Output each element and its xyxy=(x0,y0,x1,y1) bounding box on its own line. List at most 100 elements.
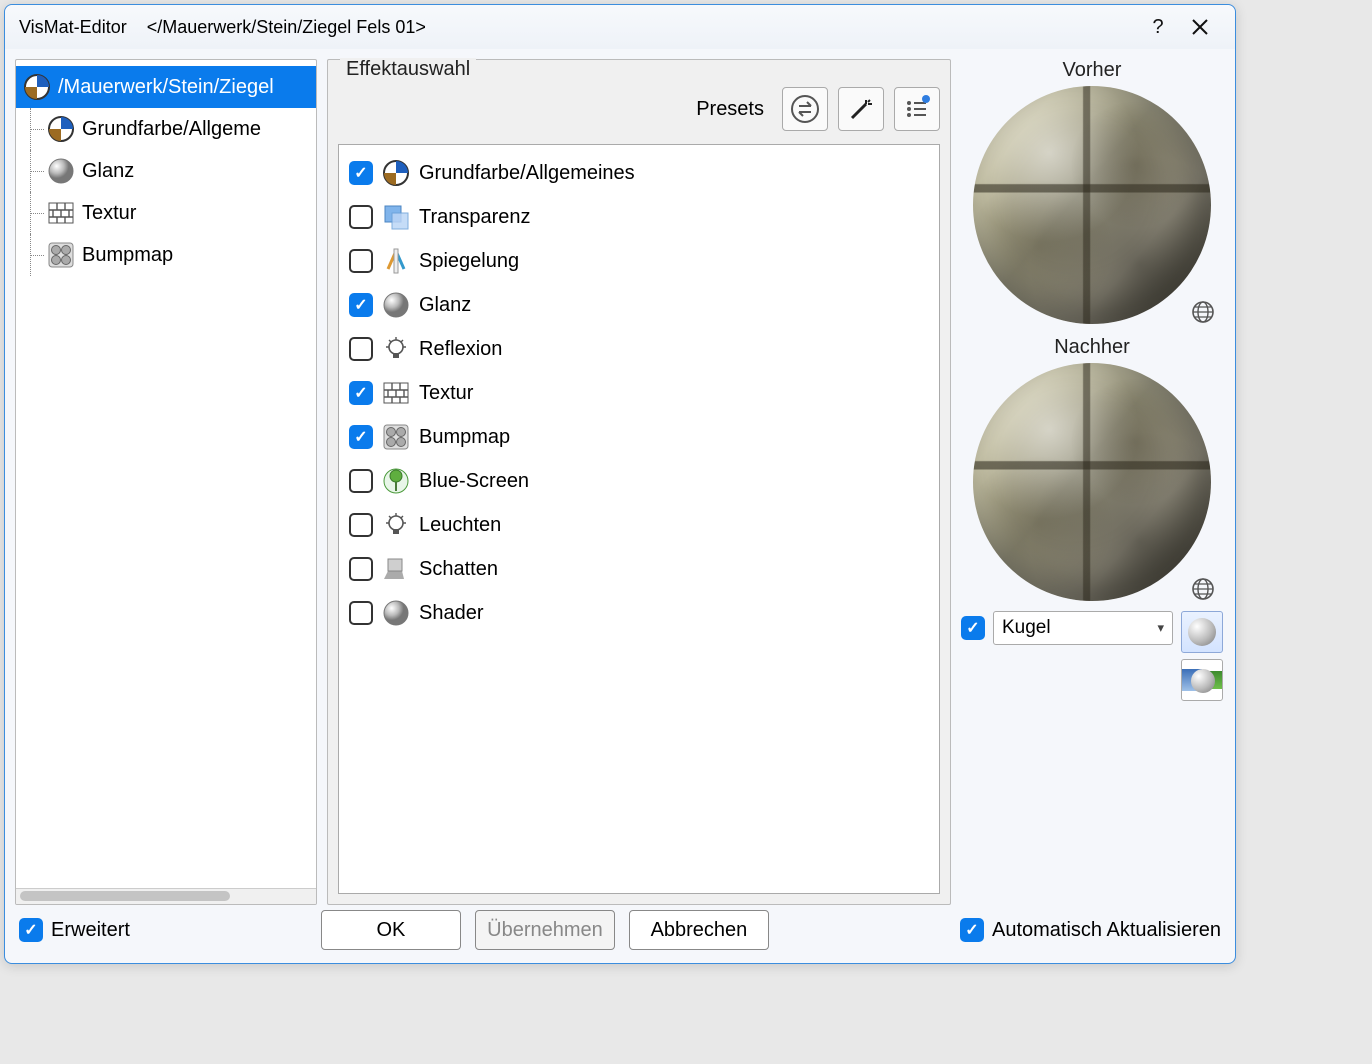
bulb-icon xyxy=(381,334,411,364)
glossy-icon xyxy=(381,598,411,628)
content-area: /Mauerwerk/Stein/Ziegel Grundfarbe/Allge… xyxy=(5,49,1235,905)
help-button[interactable]: ? xyxy=(1137,9,1179,45)
transparency-icon xyxy=(381,202,411,232)
presets-reset-button[interactable] xyxy=(782,87,828,131)
preview-after-label: Nachher xyxy=(1054,336,1130,359)
auto-update-checkbox[interactable] xyxy=(960,918,984,942)
effect-checkbox[interactable] xyxy=(349,205,373,229)
tree-item-label: Textur xyxy=(82,202,136,225)
effect-label: Leuchten xyxy=(419,514,501,537)
effect-checkbox[interactable] xyxy=(349,381,373,405)
sphere-icon xyxy=(1191,669,1215,693)
tree-body: /Mauerwerk/Stein/Ziegel Grundfarbe/Allge… xyxy=(16,60,316,888)
effect-label: Blue-Screen xyxy=(419,470,529,493)
effect-item[interactable]: Schatten xyxy=(345,547,933,591)
shape-select-value: Kugel xyxy=(1002,617,1051,639)
basecolor-icon xyxy=(46,114,76,144)
ok-button[interactable]: OK xyxy=(321,910,461,950)
tree-child[interactable]: Glanz xyxy=(16,150,316,192)
bluescreen-icon xyxy=(381,466,411,496)
effect-item[interactable]: Textur xyxy=(345,371,933,415)
effect-item[interactable]: Transparenz xyxy=(345,195,933,239)
tree-item-label: Grundfarbe/Allgeme xyxy=(82,118,261,141)
effect-label: Reflexion xyxy=(419,338,502,361)
auto-update-label: Automatisch Aktualisieren xyxy=(992,919,1221,942)
presets-wand-button[interactable] xyxy=(838,87,884,131)
tree-child[interactable]: Bumpmap xyxy=(16,234,316,276)
effect-item[interactable]: Reflexion xyxy=(345,327,933,371)
window-title: VisMat-Editor </Mauerwerk/Stein/Ziegel F… xyxy=(19,17,426,38)
shape-scene-button[interactable] xyxy=(1181,659,1223,701)
preview-before-label: Vorher xyxy=(1063,59,1122,82)
preview-before-sphere xyxy=(973,86,1211,324)
tree-item-label: Glanz xyxy=(82,160,134,183)
preview-pane: Vorher Nachher Kugel ▾ xyxy=(961,59,1225,905)
shape-sphere-button[interactable] xyxy=(1181,611,1223,653)
tree-root[interactable]: /Mauerwerk/Stein/Ziegel xyxy=(16,66,316,108)
app-name: VisMat-Editor xyxy=(19,17,127,37)
close-icon xyxy=(1191,18,1209,36)
tree-child[interactable]: Textur xyxy=(16,192,316,234)
effect-label: Transparenz xyxy=(419,206,531,229)
presets-list-button[interactable] xyxy=(894,87,940,131)
effect-checkbox[interactable] xyxy=(349,469,373,493)
effect-item[interactable]: Grundfarbe/Allgemeines xyxy=(345,151,933,195)
apply-button[interactable]: Übernehmen xyxy=(475,910,615,950)
effect-group-title: Effektauswahl xyxy=(340,58,476,81)
preset-row: Presets xyxy=(338,84,940,134)
mirror-icon xyxy=(381,246,411,276)
effect-item[interactable]: Shader xyxy=(345,591,933,635)
effect-label: Spiegelung xyxy=(419,250,519,273)
effect-checkbox[interactable] xyxy=(349,161,373,185)
effect-label: Textur xyxy=(419,382,473,405)
effect-item[interactable]: Spiegelung xyxy=(345,239,933,283)
tree-root-label: /Mauerwerk/Stein/Ziegel xyxy=(58,76,274,99)
shadow-icon xyxy=(381,554,411,584)
effect-item[interactable]: Bumpmap xyxy=(345,415,933,459)
tree-child[interactable]: Grundfarbe/Allgeme xyxy=(16,108,316,150)
effect-checkbox[interactable] xyxy=(349,601,373,625)
effect-checkbox[interactable] xyxy=(349,513,373,537)
footer: Erweitert OK Übernehmen Abbrechen Automa… xyxy=(5,905,1235,963)
globe-icon xyxy=(1191,300,1215,324)
glossy-icon xyxy=(381,290,411,320)
effect-checkbox[interactable] xyxy=(349,249,373,273)
effect-checkbox[interactable] xyxy=(349,557,373,581)
cancel-button[interactable]: Abbrechen xyxy=(629,910,769,950)
effect-label: Bumpmap xyxy=(419,426,510,449)
advanced-checkbox[interactable] xyxy=(19,918,43,942)
shape-select[interactable]: Kugel ▾ xyxy=(993,611,1173,645)
tree-hscroll[interactable] xyxy=(16,888,316,904)
effect-item[interactable]: Leuchten xyxy=(345,503,933,547)
chevron-down-icon: ▾ xyxy=(1157,620,1164,636)
titlebar: VisMat-Editor </Mauerwerk/Stein/Ziegel F… xyxy=(5,5,1235,49)
shape-row: Kugel ▾ xyxy=(961,611,1223,701)
effect-checkbox[interactable] xyxy=(349,337,373,361)
preview-before-globe-button[interactable] xyxy=(1189,298,1217,326)
brick-icon xyxy=(381,378,411,408)
advanced-label: Erweitert xyxy=(51,919,130,942)
list-icon xyxy=(903,95,931,123)
effect-pane: Effektauswahl Presets xyxy=(327,59,951,905)
effect-item[interactable]: Glanz xyxy=(345,283,933,327)
close-button[interactable] xyxy=(1179,9,1221,45)
bulb-icon xyxy=(381,510,411,540)
preview-after-globe-button[interactable] xyxy=(1189,575,1217,603)
preview-after-sphere xyxy=(973,363,1211,601)
basecolor-icon xyxy=(381,158,411,188)
window: VisMat-Editor </Mauerwerk/Stein/Ziegel F… xyxy=(4,4,1236,964)
sphere-icon xyxy=(1188,618,1216,646)
bump-icon xyxy=(46,240,76,270)
bump-icon xyxy=(381,422,411,452)
shape-checkbox[interactable] xyxy=(961,616,985,640)
presets-label: Presets xyxy=(696,98,764,121)
material-path: </Mauerwerk/Stein/Ziegel Fels 01> xyxy=(147,17,426,37)
effect-checkbox[interactable] xyxy=(349,293,373,317)
effect-item[interactable]: Blue-Screen xyxy=(345,459,933,503)
effect-list: Grundfarbe/Allgemeines Transparenz Spiegel… xyxy=(338,144,940,894)
brick-icon xyxy=(46,198,76,228)
effect-label: Schatten xyxy=(419,558,498,581)
tree-pane: /Mauerwerk/Stein/Ziegel Grundfarbe/Allge… xyxy=(15,59,317,905)
effect-label: Glanz xyxy=(419,294,471,317)
effect-checkbox[interactable] xyxy=(349,425,373,449)
